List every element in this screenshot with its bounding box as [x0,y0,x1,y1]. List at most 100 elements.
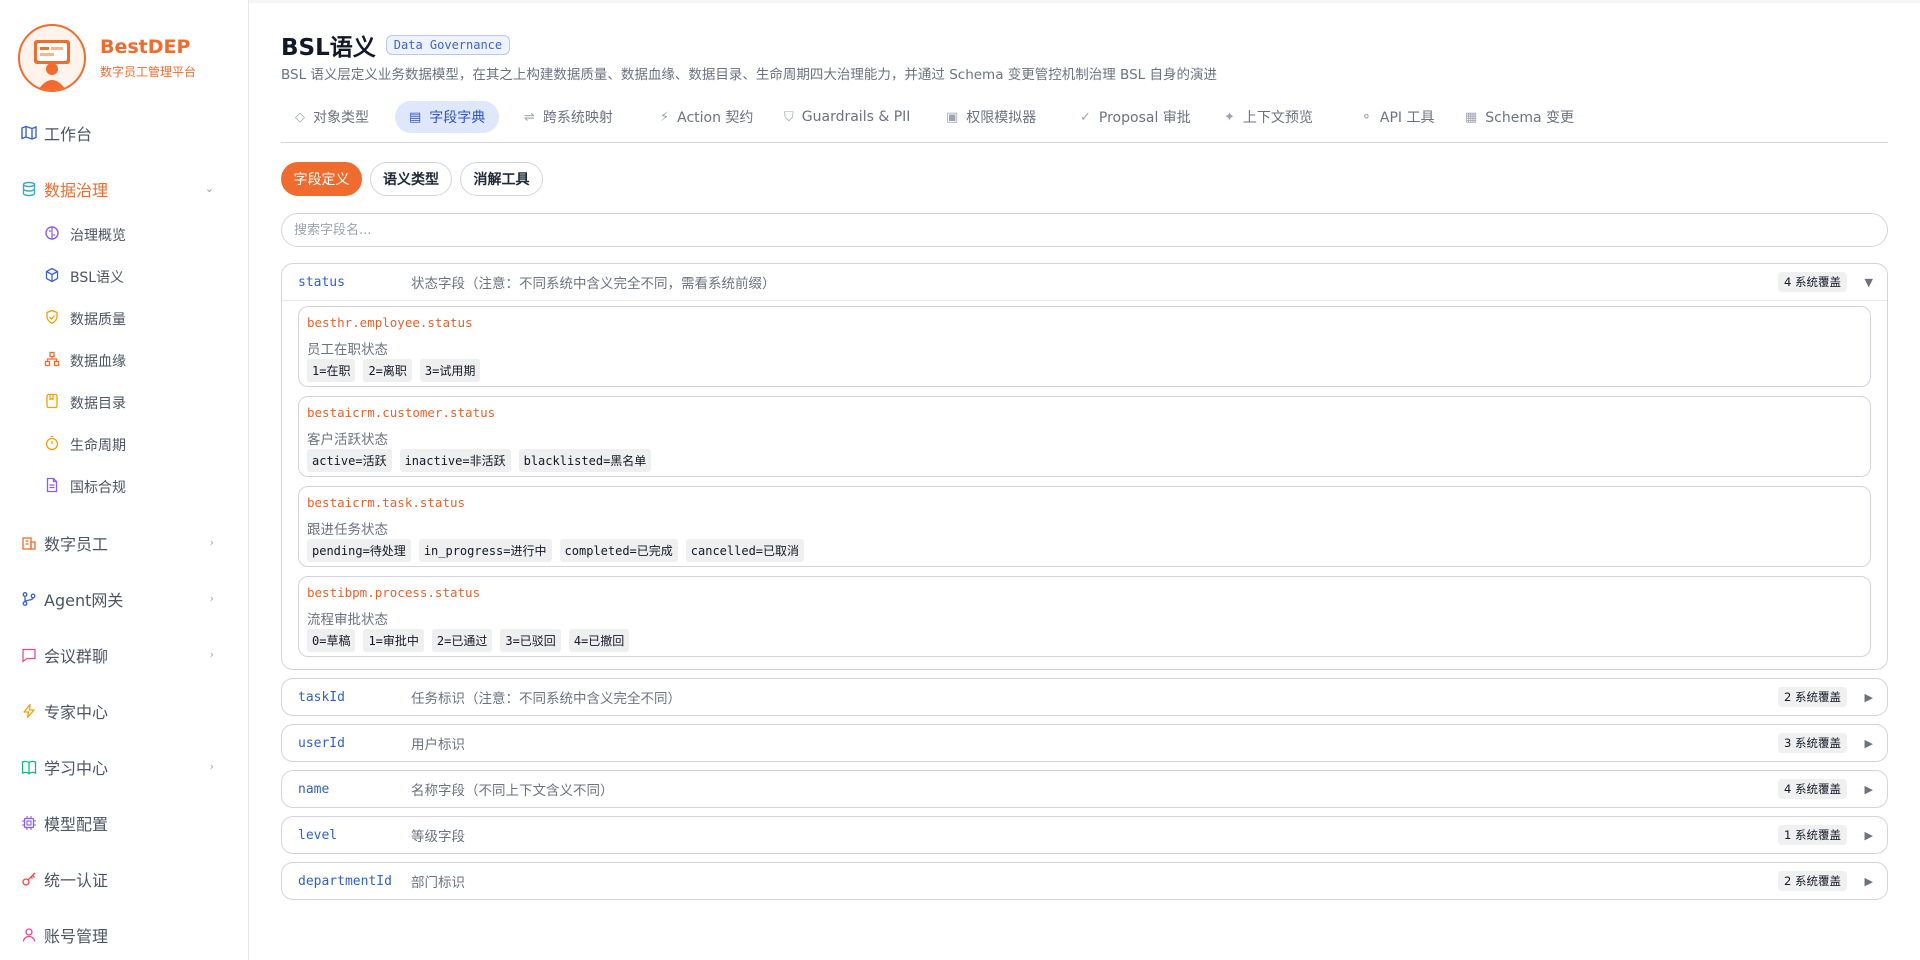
sidebar-item-data-governance[interactable]: 数据治理 ⌄ [20,174,230,204]
tab-cross-system-mapping[interactable]: ⇌ 跨系统映射 [510,101,627,133]
list-icon: ▤ [409,109,422,125]
system-field-description: 流程审批状态 [307,612,388,628]
git-branch-icon [20,590,38,608]
enum-value: cancelled=已取消 [685,539,805,562]
sidebar-subitem-label: 数据目录 [70,396,126,412]
system-mapping-card: bestibpm.process.status 流程审批状态 0=草稿 1=审批… [298,576,1871,657]
tab-object-types[interactable]: ◇ 对象类型 [281,101,383,133]
sidebar-item-label: 工作台 [44,125,93,144]
field-name: level [298,827,338,843]
tab-context-preview[interactable]: ✦ 上下文预览 [1210,101,1327,133]
brand-name: BestDEP [100,36,191,58]
sidebar-item-digital-employee[interactable]: 数字员工 › [20,528,230,558]
sidebar-item-label: 模型配置 [44,815,109,834]
sidebar-subitem-lifecycle[interactable]: 生命周期 [44,432,234,458]
chevron-right-icon: › [209,592,214,605]
check-icon: ✓ [1080,109,1091,125]
sidebar-subitem-compliance[interactable]: 国标合规 [44,474,234,500]
document-icon [44,477,60,497]
chevron-right-icon: › [209,648,214,661]
field-name: name [298,781,330,797]
field-card-level[interactable]: level 等级字段 1 系统覆盖 ▶ [281,816,1888,854]
system-mapping-card: besthr.employee.status 员工在职状态 1=在职 2=离职 … [298,306,1871,387]
field-card-userid[interactable]: userId 用户标识 3 系统覆盖 ▶ [281,724,1888,762]
system-field-path: bestaicrm.customer.status [307,405,496,420]
system-mapping-card: bestaicrm.task.status 跟进任务状态 pending=待处理… [298,486,1871,567]
brain-icon [44,225,60,245]
diamond-icon: ◇ [295,109,305,125]
system-field-path: besthr.employee.status [307,315,473,330]
sidebar-subitem-label: BSL语义 [70,270,125,286]
sidebar-item-model-config[interactable]: 模型配置 [20,808,230,838]
sidebar-item-meeting-chat[interactable]: 会议群聊 › [20,640,230,670]
sidebar-item-learning-center[interactable]: 学习中心 › [20,752,230,782]
enum-value: 1=在职 [307,359,356,382]
top-border [0,0,1920,3]
subtab-field-definition[interactable]: 字段定义 [281,162,362,196]
field-card-taskid[interactable]: taskId 任务标识（注意：不同系统中含义完全不同） 2 系统覆盖 ▶ [281,678,1888,716]
divider [282,300,1887,301]
enum-values: pending=待处理 in_progress=进行中 completed=已完… [307,539,812,562]
sidebar-item-workbench[interactable]: 工作台 [20,118,230,148]
catalog-icon [44,393,60,413]
sidebar-subitem-label: 数据血缘 [70,354,126,370]
timer-icon [44,435,60,455]
expand-arrow-icon: ▶ [1864,736,1873,750]
sidebar-item-label: 统一认证 [44,871,109,890]
field-description: 名称字段（不同上下文含义不同） [411,783,614,799]
chat-icon [20,646,38,664]
field-card-status: status 状态字段（注意：不同系统中含义完全不同，需看系统前缀） 4 系统覆… [281,263,1888,670]
tab-action-contract[interactable]: ⚡ Action 契约 [646,101,767,133]
enum-value: pending=待处理 [307,539,411,562]
sidebar-item-account-management[interactable]: 账号管理 [20,920,230,950]
sidebar-item-expert-center[interactable]: 专家中心 [20,696,230,726]
field-description: 用户标识 [411,737,465,753]
sidebar-subitem-lineage[interactable]: 数据血缘 [44,348,234,374]
system-field-description: 员工在职状态 [307,342,388,358]
tab-api-tools[interactable]: ⚬ API 工具 [1347,101,1449,133]
sidebar-subitem-quality[interactable]: 数据质量 [44,306,234,332]
system-mapping-card: bestaicrm.customer.status 客户活跃状态 active=… [298,396,1871,477]
page-header: BSL语义 Data Governance [281,28,511,62]
chevron-down-icon: ⌄ [204,182,214,195]
collapse-arrow-icon: ▼ [1864,275,1873,289]
sidebar-item-label: 学习中心 [44,759,109,778]
subtab-semantic-types[interactable]: 语义类型 [370,162,452,196]
field-name: userId [298,735,345,751]
system-field-path: bestibpm.process.status [307,585,481,600]
coverage-badge: 4 系统覆盖 [1778,779,1847,799]
sidebar-subitem-overview[interactable]: 治理概览 [44,222,234,248]
sidebar-item-unified-auth[interactable]: 统一认证 [20,864,230,894]
sidebar-item-agent-gateway[interactable]: Agent网关 › [20,584,230,614]
coverage-badge: 4 系统覆盖 [1778,272,1847,292]
field-search-input[interactable] [281,213,1888,247]
tab-schema-change[interactable]: ▦ Schema 变更 [1451,101,1588,133]
brand-logo-icon [18,24,86,92]
chevron-right-icon: › [209,536,214,549]
package-icon: ▦ [1465,109,1478,125]
page-description: BSL 语义层定义业务数据模型，在其之上构建数据质量、数据血缘、数据目录、生命周… [281,67,1217,83]
field-card-departmentid[interactable]: departmentId 部门标识 2 系统覆盖 ▶ [281,862,1888,900]
book-icon [20,758,38,776]
sidebar-subitem-bsl[interactable]: BSL语义 [44,264,234,290]
shield-icon: ⛉ [784,109,794,125]
chevron-right-icon: › [209,760,214,773]
tab-permission-simulator[interactable]: ▣ 权限模拟器 [932,101,1050,133]
brand[interactable]: BestDEP 数字员工管理平台 [18,24,196,92]
tab-field-dictionary[interactable]: ▤ 字段字典 [395,101,500,133]
tab-bar: ◇ 对象类型 ▤ 字段字典 ⇌ 跨系统映射 ⚡ Action 契约 ⛉ Guardrail… [281,101,1888,143]
tab-guardrails-pii[interactable]: ⛉ Guardrails & PII [770,101,924,133]
field-header[interactable]: status 状态字段（注意：不同系统中含义完全不同，需看系统前缀） 4 系统覆… [282,264,1887,300]
sidebar-item-label: 数字员工 [44,535,109,554]
sidebar-subitem-catalog[interactable]: 数据目录 [44,390,234,416]
sparkle-icon: ✦ [1224,109,1235,125]
subtab-resolution-tools[interactable]: 消解工具 [460,162,543,196]
enum-values: 1=在职 2=离职 3=试用期 [307,359,488,382]
field-description: 状态字段（注意：不同系统中含义完全不同，需看系统前缀） [411,276,776,292]
enum-value: 2=离职 [363,359,412,382]
network-icon [44,351,60,371]
expand-arrow-icon: ▶ [1864,828,1873,842]
tab-proposal-approval[interactable]: ✓ Proposal 审批 [1066,101,1205,133]
field-description: 任务标识（注意：不同系统中含义完全不同） [411,691,681,707]
field-card-name[interactable]: name 名称字段（不同上下文含义不同） 4 系统覆盖 ▶ [281,770,1888,808]
